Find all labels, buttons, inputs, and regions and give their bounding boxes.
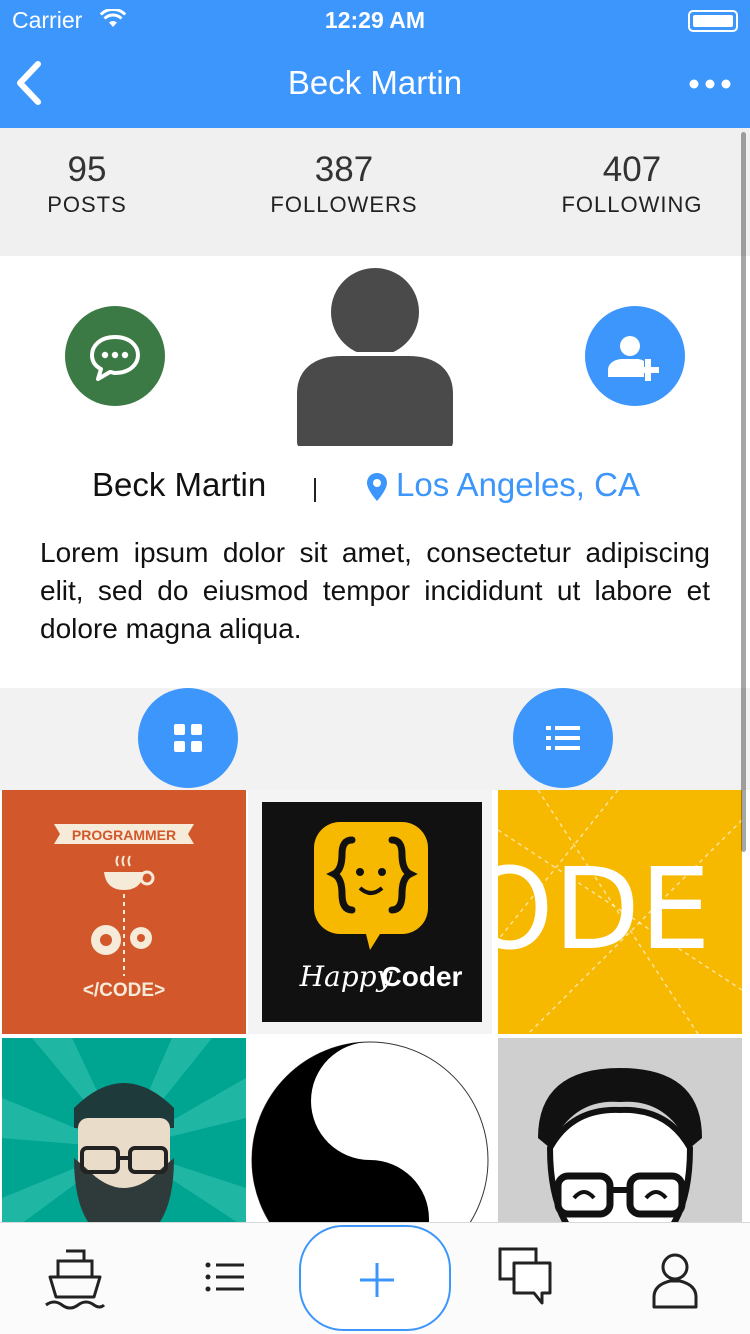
photo-tile-code[interactable]: ODE <box>498 790 742 1034</box>
name-row: Beck Martin Los Angeles, CA <box>0 466 750 510</box>
tile-caption: </CODE> <box>83 980 165 1001</box>
list-icon[interactable] <box>190 1243 260 1313</box>
following-count: 407 <box>602 150 662 189</box>
avatar <box>293 268 457 446</box>
photo-grid: PROGRAMMER </CODE> Happy Coder ODE 0 1 <box>0 790 750 1222</box>
stat-followers[interactable]: 387 FOLLOWERS <box>224 150 464 218</box>
bearded-man-image <box>2 1038 246 1222</box>
tile-bottom-digit: 1 <box>356 1188 385 1222</box>
tile-title: Happy <box>299 960 394 993</box>
photo-tile-bearded-man[interactable] <box>2 1038 246 1222</box>
grid-view-button[interactable] <box>138 688 238 788</box>
list-view-button[interactable] <box>513 688 613 788</box>
happy-coder-image: Happy Coder <box>248 790 492 1034</box>
tile-caption: Coder <box>382 961 463 992</box>
photo-tile-happy-coder[interactable]: Happy Coder <box>248 790 492 1034</box>
stats-bar: 95 POSTS 387 FOLLOWERS 407 FOLLOWING <box>0 128 750 256</box>
code-image: ODE <box>498 790 742 1034</box>
battery-icon <box>688 10 738 32</box>
tab-bar <box>0 1222 750 1334</box>
profile-card: Beck Martin Los Angeles, CA Lorem ipsum … <box>0 256 750 688</box>
glasses-guy-image <box>498 1038 742 1222</box>
following-label: FOLLOWING <box>561 192 703 217</box>
scrollbar[interactable] <box>741 132 746 852</box>
view-toggle-bar <box>0 688 750 790</box>
user-icon[interactable] <box>640 1243 710 1313</box>
photo-tile-programmer[interactable]: PROGRAMMER </CODE> <box>2 790 246 1034</box>
binary-image: 0 1 <box>250 1038 494 1222</box>
plus-icon <box>360 1263 394 1297</box>
tile-top-digit: 0 <box>356 1068 385 1126</box>
nav-bar: Beck Martin <box>0 40 750 128</box>
add-friend-button[interactable] <box>585 306 685 406</box>
add-user-icon <box>608 336 659 381</box>
followers-label: FOLLOWERS <box>270 192 418 217</box>
new-post-button[interactable] <box>299 1225 451 1331</box>
page-title: Beck Martin <box>287 64 463 101</box>
photo-tile-binary[interactable]: 0 1 <box>250 1038 494 1222</box>
stat-posts[interactable]: 95 POSTS <box>0 150 207 218</box>
grid-icon <box>174 724 202 752</box>
header: Carrier 12:29 AM Beck Martin <box>0 0 750 128</box>
tile-title: ODE <box>498 845 711 975</box>
profile-bio: Lorem ipsum dolor sit amet, consectetur … <box>40 537 710 644</box>
posts-count: 95 <box>67 150 107 189</box>
posts-label: POSTS <box>47 192 127 217</box>
status-bar: Carrier 12:29 AM <box>0 0 750 40</box>
chat-bubble-icon <box>90 335 140 381</box>
map-pin-icon <box>367 473 387 501</box>
programmer-image: PROGRAMMER </CODE> <box>2 790 246 1034</box>
location-link[interactable]: Los Angeles, CA <box>396 466 640 504</box>
ship-icon[interactable] <box>40 1243 110 1313</box>
divider <box>314 478 316 502</box>
stat-following[interactable]: 407 FOLLOWING <box>512 150 750 218</box>
list-icon <box>546 726 580 750</box>
status-time: 12:29 AM <box>324 7 426 33</box>
message-button[interactable] <box>65 306 165 406</box>
profile-name: Beck Martin <box>92 466 267 503</box>
more-icon[interactable] <box>686 66 734 102</box>
chat-icon[interactable] <box>490 1243 560 1313</box>
followers-count: 387 <box>314 150 374 189</box>
tile-title: PROGRAMMER <box>72 827 176 843</box>
photo-tile-glasses-guy[interactable] <box>498 1038 742 1222</box>
